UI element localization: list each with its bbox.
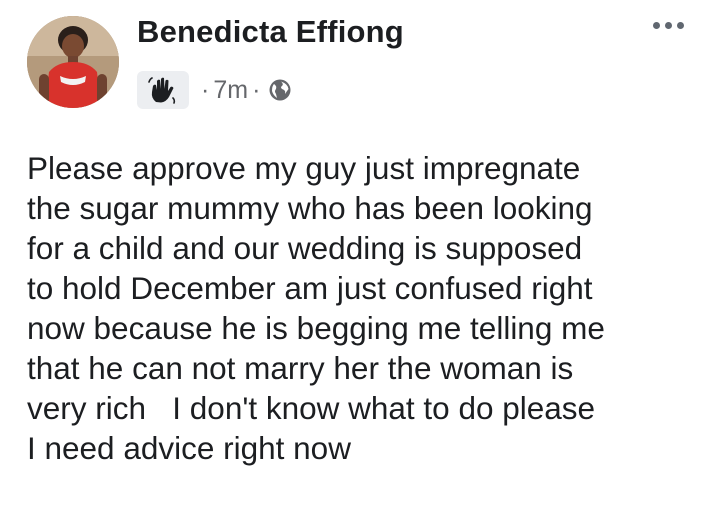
more-dot — [665, 22, 672, 29]
meta-separator: · — [252, 75, 261, 104]
post-meta: · 7m · — [137, 70, 292, 110]
post-body-line: Please approve my guy just impregnate — [27, 150, 581, 186]
post-body-line: I need advice right now — [27, 430, 351, 466]
more-dot — [653, 22, 660, 29]
meta-separator: · — [201, 75, 210, 104]
post-body-line: to hold December am just confused right — [27, 270, 593, 306]
post-body: Please approve my guy just impregnate th… — [27, 148, 707, 468]
post-body-line: the sugar mummy who has been looking — [27, 190, 593, 226]
author-name[interactable]: Benedicta Effiong — [137, 14, 404, 50]
more-options-icon[interactable] — [653, 22, 684, 29]
post-body-line: very rich I don't know what to do please — [27, 390, 596, 426]
facebook-post: Benedicta Effiong · 7m · Please approve … — [0, 0, 720, 522]
globe-icon[interactable] — [268, 78, 292, 102]
post-body-line: that he can not marry her the woman is — [27, 350, 574, 386]
more-dot — [677, 22, 684, 29]
post-body-line: now because he is begging me telling me — [27, 310, 605, 346]
post-body-line: for a child and our wedding is supposed — [27, 230, 583, 266]
waving-hand-icon[interactable] — [137, 71, 189, 109]
post-timestamp[interactable]: 7m — [213, 76, 248, 105]
avatar[interactable] — [27, 16, 119, 108]
avatar-photo — [27, 16, 119, 108]
